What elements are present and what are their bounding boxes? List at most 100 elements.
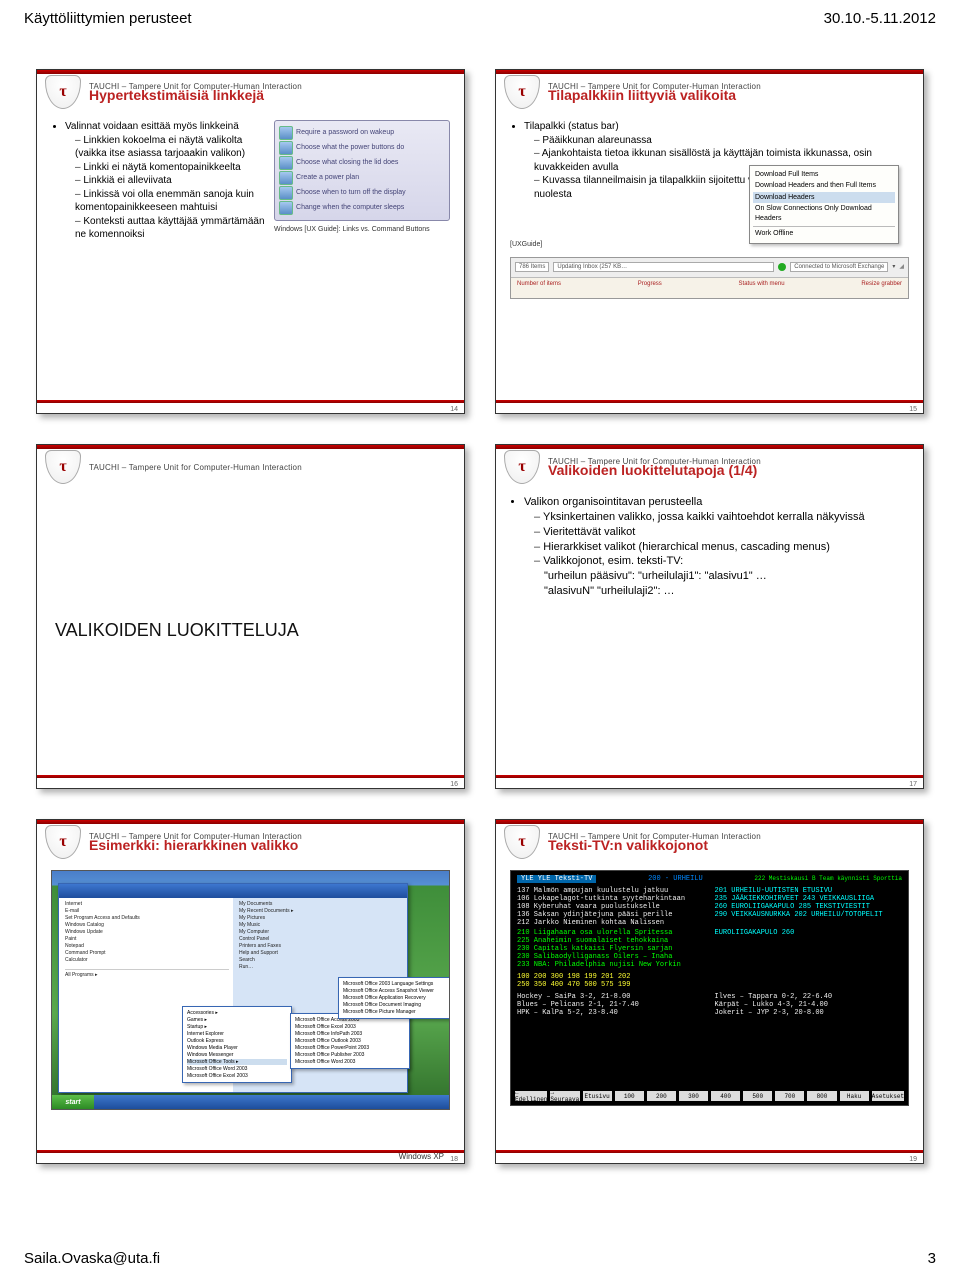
axis-label: Resize grabber <box>861 280 902 288</box>
flyout-office[interactable]: Microsoft Office Access 2003Microsoft Of… <box>290 1013 410 1069</box>
slide-title: Valikoiden luokittelutapoja (1/4) <box>548 462 761 478</box>
windows-xp-screenshot: Internet E-mail Set Program Access and D… <box>51 870 450 1110</box>
slide-number: 14 <box>450 406 458 413</box>
yle-logo: YLE YLE Teksti-TV <box>517 875 596 883</box>
item: Pääikkunan alareunassa <box>534 134 909 148</box>
status-connection[interactable]: Connected to Microsoft Exchange <box>790 262 888 272</box>
figure-caption: Windows XP <box>399 1152 444 1161</box>
start-button[interactable]: start <box>52 1095 94 1109</box>
tauchi-badge: τ <box>504 450 540 484</box>
slide-number: 16 <box>450 781 458 788</box>
tauchi-badge: τ <box>45 75 81 109</box>
status-items: 786 Items <box>515 262 549 272</box>
match-line: HPK – KalPa 5-2, 23-8.40 <box>517 1009 705 1017</box>
example-line: "alasivuN" "urheilulaji2": … <box>544 584 909 599</box>
news-line: 212 Jarkko Nieminen kohtaa Nalissen <box>517 919 705 927</box>
teletext-nav-bar[interactable]: ← Edellinen → Seuraava Etusivu 100 200 3… <box>515 1091 904 1101</box>
index-line: 260 EUROLIIGAKAPULO 285 TEKSTIVIESTIT <box>715 903 903 911</box>
resize-grabber-icon[interactable]: ◢ <box>899 263 904 271</box>
nav-btn[interactable]: 300 <box>679 1091 708 1101</box>
item: Konteksti auttaa käyttäjää ymmärtämään n… <box>75 215 266 242</box>
slide-14: τ TAUCHI – Tampere Unit for Computer-Hum… <box>36 69 465 414</box>
match-line: Hockey – SaiPa 3-2, 21-8.00 <box>517 993 705 1001</box>
news-line: 108 Kyberuhat vaara puolustukselle <box>517 903 705 911</box>
nav-btn[interactable]: 200 <box>647 1091 676 1101</box>
nav-btn[interactable]: 800 <box>807 1091 836 1101</box>
slide-title: Tilapalkkiin liittyviä valikoita <box>548 87 761 103</box>
euroliiga-label: EUROLIIGAKAPULO 260 <box>715 929 903 969</box>
tauchi-badge: τ <box>504 825 540 859</box>
uxguide-label: [UXGuide] <box>510 241 542 248</box>
slide-17: τ TAUCHI – Tampere Unit for Computer-Hum… <box>495 444 924 789</box>
nav-btn[interactable]: Asetukset <box>872 1091 904 1101</box>
news-line: 136 Saksan ydinjätejuna pääsi perille <box>517 911 705 919</box>
match-line: Jokerit – JYP 2-3, 20-8.00 <box>715 1009 903 1017</box>
slide-19: τ TAUCHI – Tampere Unit for Computer-Hum… <box>495 819 924 1164</box>
lead-bullet: Tilapalkki (status bar) <box>524 120 909 134</box>
item: Linkkiä ei alleviivata <box>75 174 266 188</box>
flyout-office-tools[interactable]: Microsoft Office 2003 Language SettingsM… <box>338 977 450 1019</box>
lead-bullet: Valikon organisointitavan perusteella <box>524 495 909 510</box>
news-line: 233 NBA: Philadelphia nujisi New Yorkin <box>517 961 705 969</box>
section-title: VALIKOIDEN LUOKITTELUJA <box>37 489 464 772</box>
news-line: 230 Capitals katkaisi Flyersin sarjan <box>517 945 705 953</box>
match-line: Blues – Pelicans 2-1, 21-7.40 <box>517 1001 705 1009</box>
menu-item[interactable]: Download Headers and then Full Items <box>753 180 895 191</box>
doc-footer-left: Saila.Ovaska@uta.fi <box>24 1250 160 1267</box>
menu-item[interactable]: Download Full Items <box>753 169 895 180</box>
figure-caption: Windows [UX Guide]: Links vs. Command Bu… <box>274 225 450 234</box>
sleep-icon <box>279 201 293 215</box>
display-icon <box>279 186 293 200</box>
statusbar-popup-menu[interactable]: Download Full Items Download Headers and… <box>749 165 899 244</box>
slide-16: τ TAUCHI – Tampere Unit for Computer-Hum… <box>36 444 465 789</box>
flyout-programs[interactable]: Accessories ▸Games ▸Startup ▸ Internet E… <box>182 1006 292 1083</box>
taskbar[interactable] <box>52 1095 449 1109</box>
page-index: 100 200 300 198 199 201 202 <box>517 973 902 981</box>
news-line: 230 Salibaodylliganass Oilers – Inaha <box>517 953 705 961</box>
slide-number: 15 <box>909 406 917 413</box>
item: Linkkien kokoelma ei näytä valikolta (va… <box>75 134 266 161</box>
example-line: "urheilun pääsivu": "urheilulaji1": "ala… <box>544 569 909 584</box>
slide-number: 17 <box>909 781 917 788</box>
tauchi-badge: τ <box>45 450 81 484</box>
nav-btn[interactable]: 400 <box>711 1091 740 1101</box>
news-line: 106 Lokapelagot-tutkinta syyteharkintaan <box>517 895 705 903</box>
item: Hierarkkiset valikot (hierarchical menus… <box>534 540 909 555</box>
match-line: Ilves – Tappara 0-2, 22-6.40 <box>715 993 903 1001</box>
menu-item[interactable]: On Slow Connections Only Download Header… <box>753 203 895 224</box>
shield-icon <box>279 126 293 140</box>
doc-header-left: Käyttöliittymien perusteet <box>24 10 192 27</box>
nav-btn[interactable]: 500 <box>743 1091 772 1101</box>
nav-btn[interactable]: ← Edellinen <box>515 1091 547 1101</box>
match-line: Kärpät – Lukko 4-3, 21-4.00 <box>715 1001 903 1009</box>
index-line: 201 URHEILU-UUTISTEN ETUSIVU <box>715 887 903 895</box>
ticker: 222 Mestiskausi B Team käynnisti Sportti… <box>754 875 902 883</box>
slide-15: τ TAUCHI – Tampere Unit for Computer-Hum… <box>495 69 924 414</box>
statusbar-figure: 786 Items Updating Inbox (257 KB… Connec… <box>510 257 909 299</box>
nav-btn[interactable]: 700 <box>775 1091 804 1101</box>
news-line: 225 Anaheimin suomalaiset tehokkaina <box>517 937 705 945</box>
plan-icon <box>279 171 293 185</box>
teletext-page: 200 - URHEILU <box>648 875 703 883</box>
power-icon <box>279 141 293 155</box>
tauchi-line: TAUCHI – Tampere Unit for Computer-Human… <box>89 463 302 472</box>
index-line: 235 JÄÄKIEKKOHIRVEET 243 VEIKKAUSLIIGA <box>715 895 903 903</box>
news-line: 137 Malmön ampujan kuulustelu jatkuu <box>517 887 705 895</box>
nav-btn[interactable]: Etusivu <box>583 1091 612 1101</box>
teletext-screenshot: YLE YLE Teksti-TV 200 - URHEILU 222 Mest… <box>510 870 909 1106</box>
nav-btn[interactable]: Haku <box>840 1091 869 1101</box>
menu-item-selected[interactable]: Download Headers <box>753 192 895 203</box>
item: Vieritettävät valikot <box>534 525 909 540</box>
nav-btn[interactable]: 100 <box>615 1091 644 1101</box>
status-progress: Updating Inbox (257 KB… <box>553 262 774 272</box>
nav-btn[interactable]: → Seuraava <box>550 1091 579 1101</box>
page-index: 250 350 400 470 500 575 199 <box>517 981 902 989</box>
lead-bullet: Valinnat voidaan esittää myös linkkeinä <box>65 120 266 134</box>
lid-icon <box>279 156 293 170</box>
menu-item[interactable]: Work Offline <box>753 226 895 239</box>
slide-number: 18 <box>450 1156 458 1163</box>
chevron-down-icon[interactable]: ▾ <box>892 263 895 271</box>
example-links-panel: Require a password on wakeup Choose what… <box>274 120 450 221</box>
item: Yksinkertainen valikko, jossa kaikki vai… <box>534 510 909 525</box>
slide-18: τ TAUCHI – Tampere Unit for Computer-Hum… <box>36 819 465 1164</box>
